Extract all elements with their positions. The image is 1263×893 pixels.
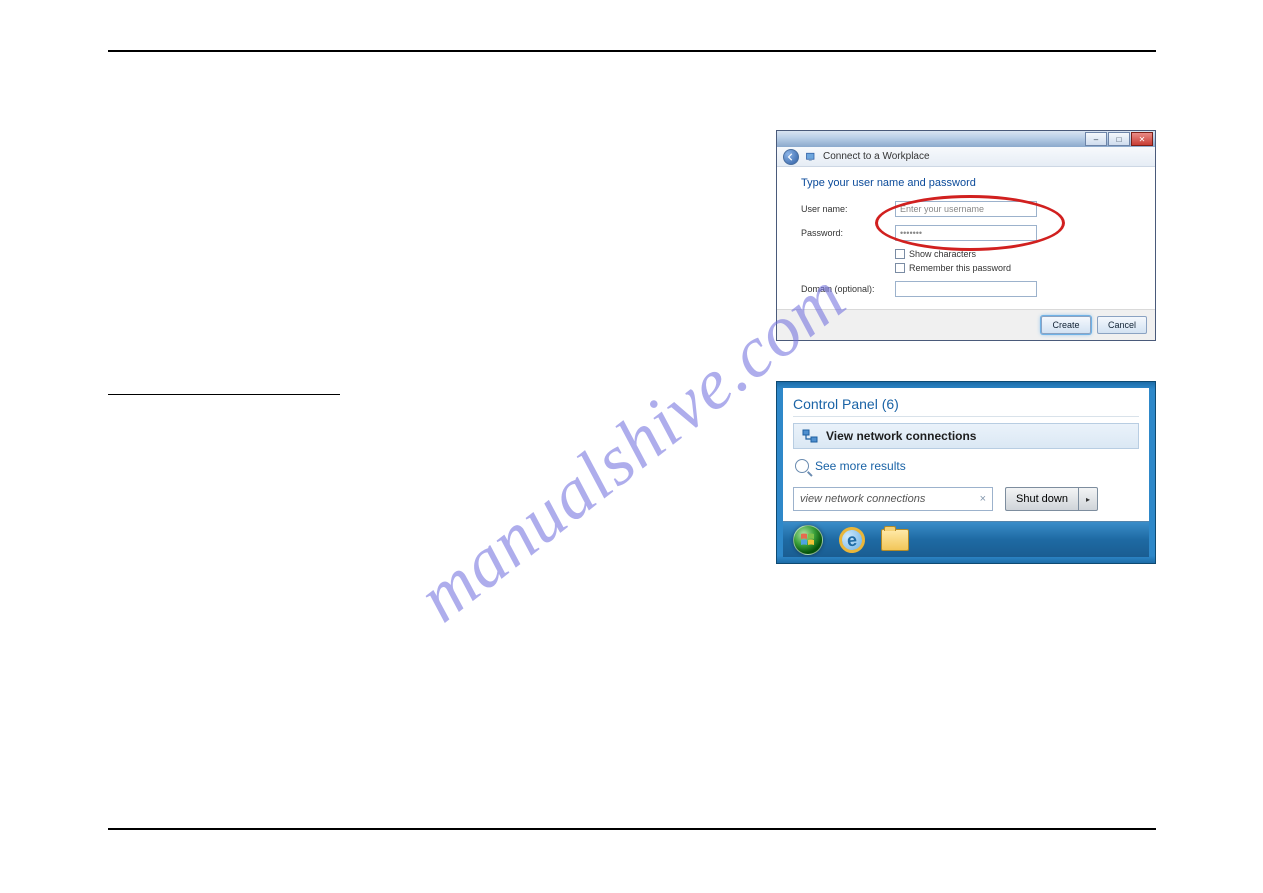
create-button[interactable]: Create	[1041, 316, 1091, 334]
search-icon	[795, 459, 809, 473]
close-button[interactable]: ✕	[1131, 132, 1153, 146]
cancel-button[interactable]: Cancel	[1097, 316, 1147, 334]
see-more-results-link[interactable]: See more results	[795, 459, 1139, 473]
internet-explorer-icon[interactable]: e	[838, 525, 866, 553]
workplace-icon	[805, 151, 817, 163]
password-input[interactable]: •••••••	[895, 225, 1037, 241]
clear-search-button[interactable]: ×	[980, 493, 986, 505]
password-label: Password:	[801, 228, 879, 238]
show-characters-label: Show characters	[909, 249, 976, 259]
dialog-button-row: Create Cancel	[777, 309, 1155, 340]
section-heading-underline	[108, 380, 340, 395]
search-input-value: view network connections	[800, 493, 925, 505]
remember-password-label: Remember this password	[909, 263, 1011, 273]
page-bottom-rule	[108, 828, 1156, 830]
view-network-connections-item[interactable]: View network connections	[793, 423, 1139, 449]
network-connections-icon	[802, 428, 818, 444]
maximize-button[interactable]: □	[1108, 132, 1130, 146]
shutdown-button[interactable]: Shut down	[1005, 487, 1078, 511]
start-menu-panel: Control Panel (6) View network connectio…	[776, 381, 1156, 564]
start-orb[interactable]	[793, 525, 823, 555]
page-top-rule	[108, 50, 1156, 52]
domain-input[interactable]	[895, 281, 1037, 297]
dialog-heading: Type your user name and password	[801, 177, 1131, 189]
shutdown-options-button[interactable]: ▸	[1078, 487, 1098, 511]
remember-password-checkbox[interactable]	[895, 263, 905, 273]
window-titlebar: – □ ✕	[777, 131, 1155, 147]
username-input[interactable]: Enter your username	[895, 201, 1037, 217]
domain-label: Domain (optional):	[801, 284, 879, 294]
connect-workplace-dialog: – □ ✕ Connect to a Workplace Type your u…	[776, 130, 1156, 341]
control-panel-heading: Control Panel (6)	[793, 396, 1139, 417]
start-search-input[interactable]: view network connections ×	[793, 487, 993, 511]
see-more-label: See more results	[815, 459, 906, 473]
wizard-header: Connect to a Workplace	[777, 147, 1155, 167]
view-network-connections-label: View network connections	[826, 429, 976, 443]
minimize-button[interactable]: –	[1085, 132, 1107, 146]
show-characters-checkbox[interactable]	[895, 249, 905, 259]
windows-logo-icon	[799, 531, 817, 549]
wizard-title: Connect to a Workplace	[823, 151, 930, 162]
back-button[interactable]	[783, 149, 799, 165]
taskbar: e	[783, 521, 1149, 557]
file-explorer-icon[interactable]	[881, 529, 909, 551]
username-label: User name:	[801, 204, 879, 214]
